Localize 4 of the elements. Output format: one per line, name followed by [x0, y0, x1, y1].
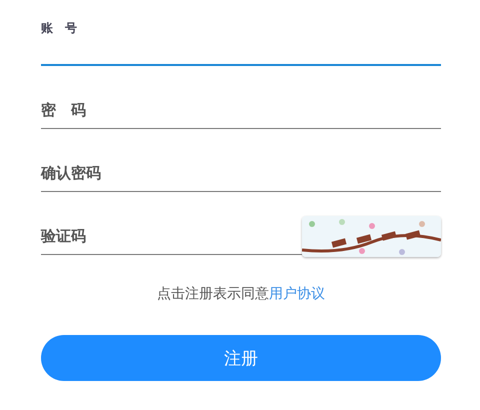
input-field[interactable]: 账 号 — [41, 0, 441, 66]
agreement-text: 点击注册表示同意用户协议 — [156, 285, 326, 303]
input-field[interactable]: 密 码 — [41, 66, 441, 129]
input-field[interactable]: 确认密码 — [41, 129, 441, 192]
